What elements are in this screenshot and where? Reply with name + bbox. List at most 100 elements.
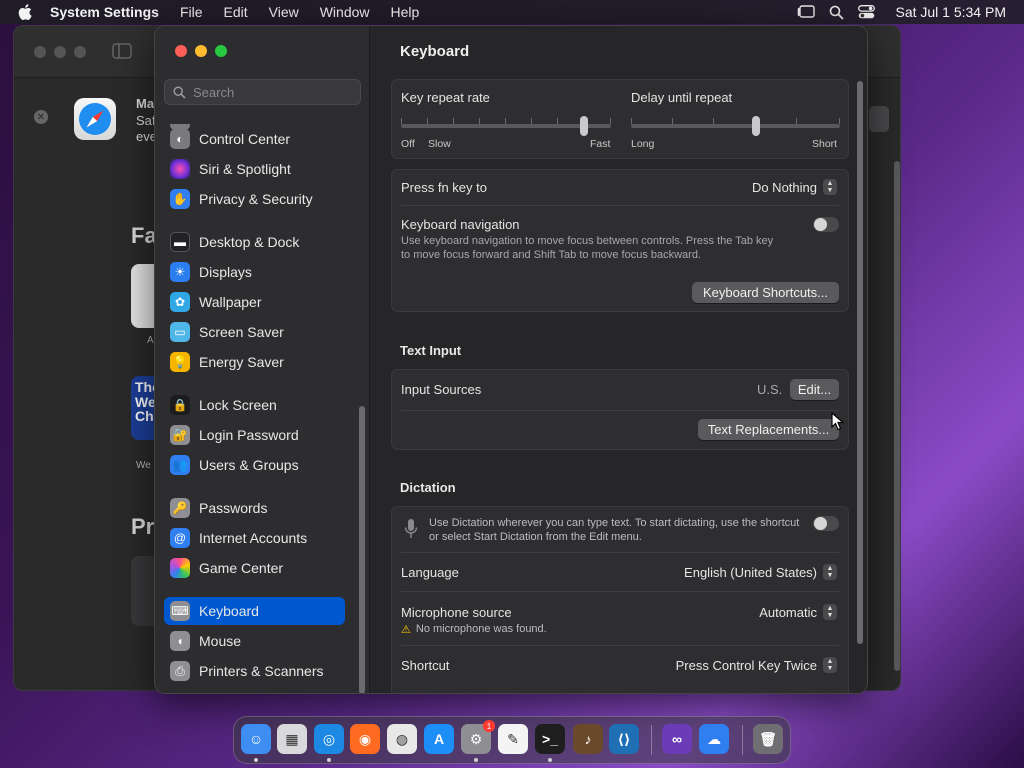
sidebar-item-label: Desktop & Dock <box>199 234 300 250</box>
control-center-icon[interactable] <box>858 5 876 19</box>
search-field[interactable] <box>164 79 361 105</box>
sidebar-item-screen-saver[interactable]: ▭ Screen Saver <box>164 318 345 346</box>
mouse-cursor-icon <box>831 412 845 431</box>
shortcut-value: Press Control Key Twice <box>675 657 817 673</box>
microphone-warning-text: No microphone was found. <box>415 623 547 635</box>
keyboard-shortcuts-button[interactable]: Keyboard Shortcuts... <box>692 282 839 303</box>
mouse-icon: ◖ <box>170 631 190 651</box>
language-value: English (United States) <box>684 564 817 580</box>
visual-studio-icon[interactable]: ∞ <box>662 724 692 754</box>
sidebar-item-desktop-dock[interactable]: ▬ Desktop & Dock <box>164 228 345 256</box>
finder-icon[interactable]: ☺ <box>241 724 271 754</box>
stage-manager-icon[interactable] <box>797 5 816 19</box>
minimize-button[interactable] <box>195 45 207 57</box>
fn-key-popup[interactable]: Do Nothing ▲ ▼ <box>752 179 837 195</box>
menu-edit[interactable]: Edit <box>224 4 248 20</box>
sidebar-item-wallpaper[interactable]: ✿ Wallpaper <box>164 288 345 316</box>
instruments-icon[interactable]: ♪ <box>573 724 603 754</box>
weather-icon[interactable]: ☁ <box>699 724 729 754</box>
dictation-toggle[interactable] <box>813 516 839 531</box>
content-pane: Keyboard Key repeat rate Delay until rep… <box>371 26 867 693</box>
running-indicator <box>254 758 258 762</box>
sidebar-item-label: Lock Screen <box>199 397 277 413</box>
menu-clock[interactable]: Sat Jul 1 5:34 PM <box>895 4 1006 20</box>
sidebar-item-game-center[interactable]: Game Center <box>164 554 345 582</box>
sidebar-item-control-center[interactable]: ◐ Control Center <box>164 125 345 153</box>
launchpad-icon[interactable]: ▦ <box>277 724 307 754</box>
terminal-icon[interactable]: >_ <box>535 724 565 754</box>
menu-view[interactable]: View <box>269 4 299 20</box>
input-sources-label: Input Sources <box>401 382 482 397</box>
safari-app-icon <box>74 98 116 140</box>
sidebar-item-label: Printers & Scanners <box>199 663 324 679</box>
popup-chevron-icon: ▲ ▼ <box>823 604 837 620</box>
sidebar-item-label: Keyboard <box>199 603 259 619</box>
menu-file[interactable]: File <box>180 4 203 20</box>
system-settings-icon[interactable]: ⚙ 1 <box>461 720 495 754</box>
sidebar-item-label: Screen Saver <box>199 324 284 340</box>
apple-logo-icon[interactable] <box>16 2 36 22</box>
sidebar-item-internet-accounts[interactable]: @ Internet Accounts <box>164 524 345 552</box>
bg-close-dot <box>34 46 46 58</box>
delay-repeat-thumb[interactable] <box>752 116 761 136</box>
sidebar-item-privacy-security[interactable]: ✋ Privacy & Security <box>164 185 345 213</box>
language-label: Language <box>401 565 459 580</box>
delay-repeat-slider[interactable] <box>631 116 840 136</box>
chrome-icon[interactable]: ◍ <box>387 724 417 754</box>
popup-chevron-icon: ▲ ▼ <box>823 179 837 195</box>
sidebar-item-label: Mouse <box>199 633 242 649</box>
running-indicator <box>548 758 552 762</box>
key-repeat-thumb[interactable] <box>579 116 588 136</box>
sidebar-item-energy-saver[interactable]: 💡 Energy Saver <box>164 348 345 376</box>
sidebar-item-displays[interactable]: ☀ Displays <box>164 258 345 286</box>
bg-tile-label: A <box>147 335 154 346</box>
trash-icon[interactable]: 🗑 <box>753 724 783 754</box>
sidebar-item-printers-scanners[interactable]: ⎙ Printers & Scanners <box>164 657 345 685</box>
sidebar-item-users-groups[interactable]: 👥 Users & Groups <box>164 451 345 479</box>
sidebar-item-siri-spotlight[interactable]: Siri & Spotlight <box>164 155 345 183</box>
firefox-icon[interactable]: ◉ <box>350 724 380 754</box>
keyboard-nav-toggle[interactable] <box>813 217 839 232</box>
sidebar-toggle-icon <box>112 43 132 59</box>
bg-scrollbar <box>894 161 900 671</box>
close-button[interactable] <box>175 45 187 57</box>
dock: ☺ ▦ ◎ ◉ ◍ A ⚙ 1 ✎ >_ ♪ ⟨⟩ ∞ ☁ 🗑 <box>233 716 791 764</box>
bg-zoom-dot <box>74 46 86 58</box>
bulb-icon: 💡 <box>170 352 190 372</box>
key-repeat-slider[interactable] <box>401 116 611 136</box>
dictation-panel: Use Dictation wherever you can type text… <box>391 506 849 693</box>
zoom-button[interactable] <box>215 45 227 57</box>
search-input[interactable] <box>193 84 353 100</box>
dock-separator <box>742 725 743 755</box>
vscode-icon[interactable]: ⟨⟩ <box>609 724 639 754</box>
menu-help[interactable]: Help <box>391 4 420 20</box>
safari-icon[interactable]: ◎ <box>314 724 344 754</box>
textedit-icon[interactable]: ✎ <box>498 724 528 754</box>
menu-app-name[interactable]: System Settings <box>50 4 159 20</box>
search-icon[interactable] <box>829 5 845 20</box>
divider <box>401 205 839 206</box>
divider <box>401 591 839 592</box>
app-store-icon[interactable]: A <box>424 724 454 754</box>
text-replacements-button[interactable]: Text Replacements... <box>698 419 839 440</box>
text-input-panel: Input Sources U.S. Edit... Text Replacem… <box>391 369 849 450</box>
sidebar-item-mouse[interactable]: ◖ Mouse <box>164 627 345 655</box>
menu-window[interactable]: Window <box>320 4 370 20</box>
bg-tile2-caption: We <box>136 460 151 471</box>
content-scrollbar[interactable] <box>857 81 863 644</box>
sidebar-scrollbar[interactable] <box>359 406 365 693</box>
sidebar-item-lock-screen[interactable]: 🔒 Lock Screen <box>164 391 345 419</box>
sidebar-item-label: Displays <box>199 264 252 280</box>
microphone-icon <box>404 519 418 538</box>
edit-input-sources-button[interactable]: Edit... <box>790 379 839 400</box>
sidebar-item-passwords[interactable]: 🔑 Passwords <box>164 494 345 522</box>
language-popup[interactable]: English (United States) ▲ ▼ <box>684 564 837 580</box>
shortcut-popup[interactable]: Press Control Key Twice ▲ ▼ <box>676 657 837 673</box>
screen-saver-icon: ▭ <box>170 322 190 342</box>
delay-repeat-track <box>631 124 840 128</box>
control-center-icon: ◐ <box>170 129 190 149</box>
sidebar-item-keyboard[interactable]: ⌨ Keyboard <box>164 597 345 625</box>
users-icon: 👥 <box>170 455 190 475</box>
microphone-source-popup[interactable]: Automatic ▲ ▼ <box>759 604 837 620</box>
sidebar-item-login-password[interactable]: 🔐 Login Password <box>164 421 345 449</box>
